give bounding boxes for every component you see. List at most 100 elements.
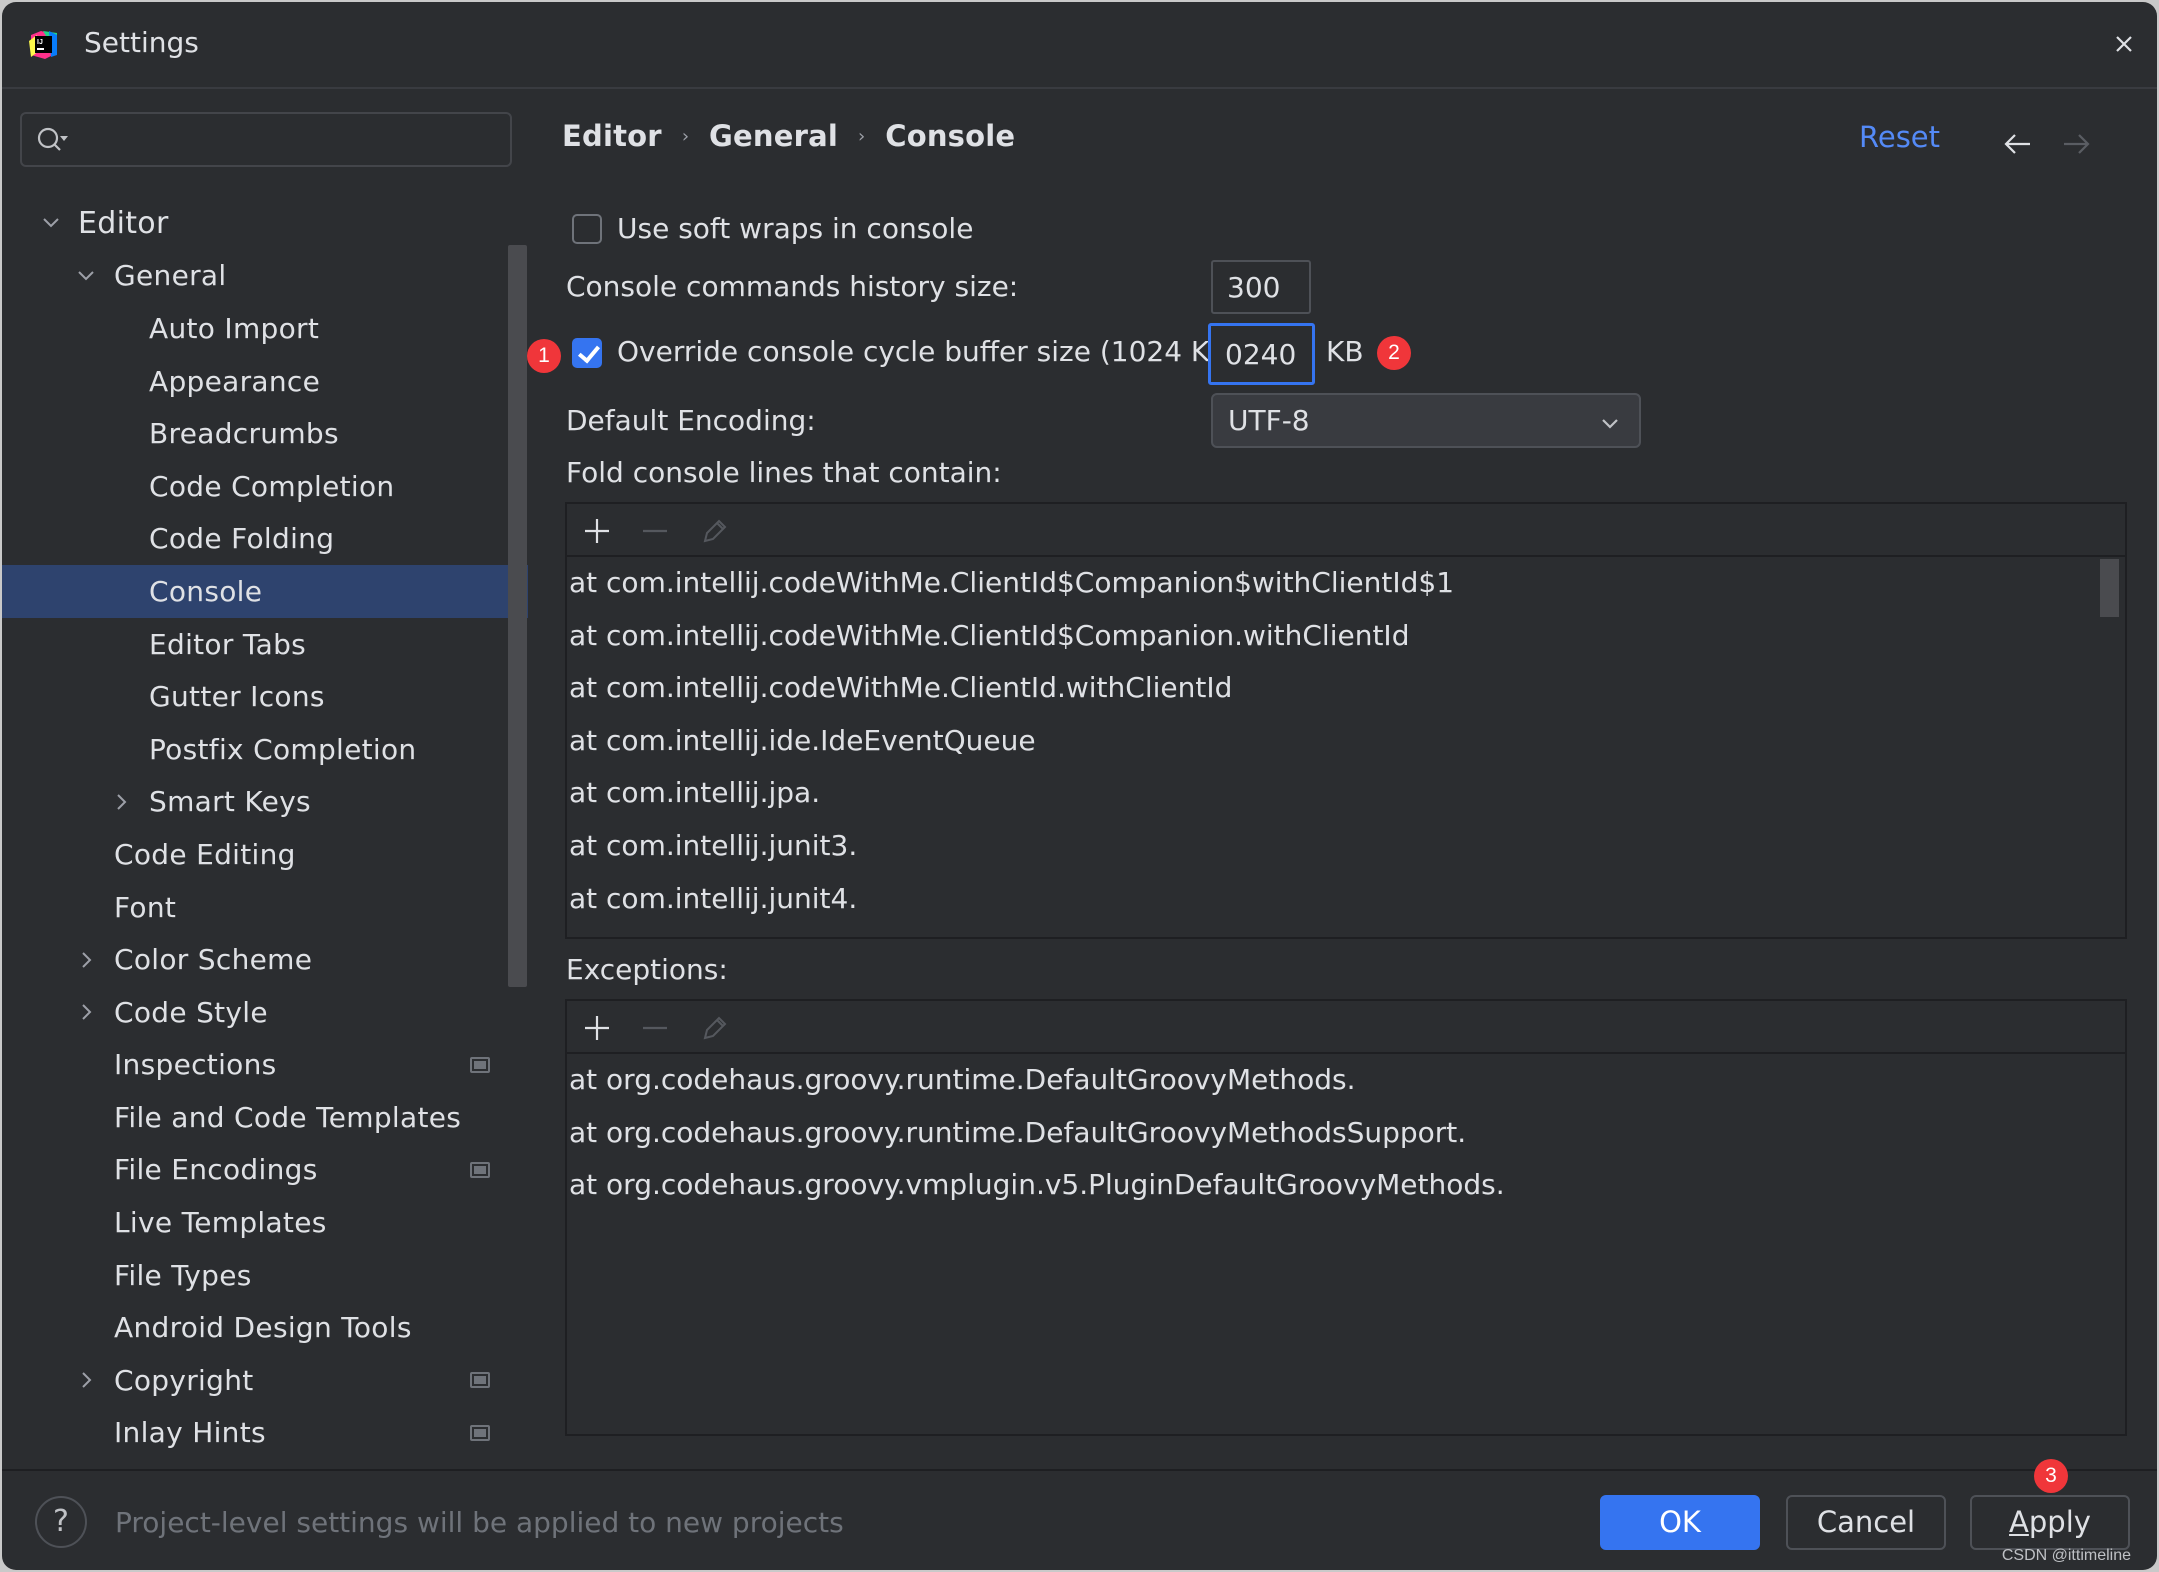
chevron-right-icon[interactable] (75, 949, 97, 971)
sidebar-item-label: File Encodings (114, 1153, 318, 1187)
settings-tree: Editor General Auto Import Appearance Breadc… (2, 197, 528, 1459)
override-buffer-label[interactable]: Override console cycle buffer size (1024… (617, 335, 1239, 368)
exceptions-list-items: at org.codehaus.groovy.runtime.DefaultGr… (567, 1054, 2125, 1212)
remove-icon[interactable] (641, 517, 669, 545)
project-settings-note: Project-level settings will be applied t… (115, 1506, 844, 1539)
sidebar-item-code-folding[interactable]: Code Folding (2, 513, 528, 566)
sidebar-item-label: Code Style (114, 995, 268, 1029)
fold-list-scrollbar-thumb[interactable] (2100, 559, 2119, 617)
sidebar-item-label: Code Completion (149, 469, 395, 503)
chevron-right-icon[interactable] (75, 1369, 97, 1391)
exception-list-item[interactable]: at org.codehaus.groovy.runtime.DefaultGr… (567, 1107, 2125, 1160)
settings-dialog: IJ Settings Editor General Auto Import Appe… (2, 2, 2157, 1570)
soft-wraps-label[interactable]: Use soft wraps in console (617, 212, 973, 245)
breadcrumb-separator-icon: › (681, 125, 690, 147)
sidebar-item-file-types[interactable]: File Types (2, 1249, 528, 1302)
sidebar-item-label: Console (149, 574, 263, 608)
chevron-right-icon[interactable] (75, 1001, 97, 1023)
fold-list-item[interactable]: at com.intellij.junit4. (567, 873, 2125, 926)
sidebar-item-live-templates[interactable]: Live Templates (2, 1196, 528, 1249)
reset-link[interactable]: Reset (1859, 120, 1940, 154)
sidebar-item-file-encodings[interactable]: File Encodings (2, 1144, 528, 1197)
sidebar-item-label: Breadcrumbs (149, 417, 339, 451)
history-size-input[interactable] (1211, 260, 1311, 314)
sidebar-item-code-completion[interactable]: Code Completion (2, 460, 528, 513)
sidebar-item-label: Copyright (114, 1363, 254, 1397)
annotation-badge: 1 (527, 339, 561, 373)
sidebar-item-editor[interactable]: Editor (2, 197, 528, 250)
sidebar-item-file-and-code-templates[interactable]: File and Code Templates (2, 1091, 528, 1144)
sidebar-item-android-design-tools[interactable]: Android Design Tools (2, 1301, 528, 1354)
override-buffer-checkbox[interactable] (572, 338, 602, 368)
encoding-dropdown[interactable]: UTF-8 (1211, 393, 1641, 448)
exceptions-list-toolbar (567, 1001, 2125, 1054)
fold-list-item[interactable]: at com.intellij.junit3. (567, 820, 2125, 873)
sidebar-item-label: Appearance (149, 364, 321, 398)
sidebar-item-font[interactable]: Font (2, 881, 528, 934)
add-icon[interactable] (583, 517, 611, 545)
chevron-down-icon[interactable] (40, 212, 62, 234)
sidebar-item-label: Android Design Tools (114, 1311, 412, 1345)
sidebar-item-console[interactable]: Console (2, 565, 528, 618)
fold-list-item[interactable]: at com.intellij.jpa. (567, 767, 2125, 820)
chevron-right-icon[interactable] (110, 791, 132, 813)
ok-button[interactable]: OK (1600, 1495, 1760, 1550)
project-level-icon (470, 1372, 490, 1389)
fold-list-items: at com.intellij.codeWithMe.ClientId$Comp… (567, 557, 2125, 925)
search-input[interactable] (80, 120, 500, 160)
sidebar-item-copyright[interactable]: Copyright (2, 1354, 528, 1407)
sidebar-item-appearance[interactable]: Appearance (2, 355, 528, 408)
settings-search-field[interactable] (20, 112, 512, 167)
breadcrumb-separator-icon: › (858, 125, 866, 147)
watermark: CSDN @ittimeline (2001, 1547, 2131, 1564)
sidebar-item-label: Font (114, 890, 177, 924)
sidebar-item-code-editing[interactable]: Code Editing (2, 828, 528, 881)
annotation-badge: 2 (1377, 336, 1411, 370)
breadcrumb-item[interactable]: General (709, 119, 838, 153)
arrow-left-icon[interactable] (2002, 130, 2034, 158)
sidebar-item-editor-tabs[interactable]: Editor Tabs (2, 618, 528, 671)
sidebar-item-general[interactable]: General (2, 250, 528, 303)
sidebar-item-label: File Types (114, 1258, 252, 1292)
sidebar-item-label: Inspections (114, 1048, 277, 1082)
fold-list-item[interactable]: at com.intellij.codeWithMe.ClientId$Comp… (567, 557, 2125, 610)
sidebar-item-auto-import[interactable]: Auto Import (2, 302, 528, 355)
sidebar-item-color-scheme[interactable]: Color Scheme (2, 933, 528, 986)
cancel-button[interactable]: Cancel (1786, 1495, 1946, 1550)
help-button[interactable]: ? (35, 1496, 87, 1548)
sidebar-scrollbar-thumb[interactable] (508, 245, 527, 987)
svg-text:IJ: IJ (37, 39, 43, 46)
arrow-right-icon[interactable] (2060, 130, 2092, 158)
fold-list-item[interactable]: at com.intellij.codeWithMe.ClientId.with… (567, 662, 2125, 715)
edit-icon[interactable] (701, 517, 729, 545)
close-icon[interactable] (2109, 29, 2139, 59)
sidebar-item-breadcrumbs[interactable]: Breadcrumbs (2, 407, 528, 460)
add-icon[interactable] (583, 1014, 611, 1042)
remove-icon[interactable] (641, 1014, 669, 1042)
sidebar-item-inspections[interactable]: Inspections (2, 1039, 528, 1092)
edit-icon[interactable] (701, 1014, 729, 1042)
buffer-size-input[interactable] (1208, 323, 1315, 385)
apply-button[interactable]: Apply (1970, 1495, 2130, 1550)
project-level-icon (470, 1161, 490, 1178)
sidebar-item-inlay-hints[interactable]: Inlay Hints (2, 1407, 528, 1460)
breadcrumb-item[interactable]: Editor (562, 119, 662, 153)
sidebar-item-label: Inlay Hints (114, 1416, 266, 1450)
sidebar-item-label: Editor Tabs (149, 627, 307, 661)
sidebar-item-smart-keys[interactable]: Smart Keys (2, 776, 528, 829)
sidebar-item-gutter-icons[interactable]: Gutter Icons (2, 670, 528, 723)
sidebar-item-postfix-completion[interactable]: Postfix Completion (2, 723, 528, 776)
chevron-down-icon (1602, 419, 1618, 429)
default-encoding-label: Default Encoding: (566, 404, 816, 437)
sidebar-item-code-style[interactable]: Code Style (2, 986, 528, 1039)
buffer-unit-label: KB (1326, 335, 1364, 368)
sidebar-item-label: Code Folding (149, 522, 335, 556)
fold-list-item[interactable]: at com.intellij.ide.IdeEventQueue (567, 715, 2125, 768)
project-level-icon (470, 1424, 490, 1441)
soft-wraps-checkbox[interactable] (572, 214, 602, 244)
chevron-down-icon[interactable] (75, 265, 97, 287)
fold-list-item[interactable]: at com.intellij.codeWithMe.ClientId$Comp… (567, 610, 2125, 663)
exception-list-item[interactable]: at org.codehaus.groovy.vmplugin.v5.Plugi… (567, 1159, 2125, 1212)
sidebar-item-label: Gutter Icons (149, 680, 325, 714)
exception-list-item[interactable]: at org.codehaus.groovy.runtime.DefaultGr… (567, 1054, 2125, 1107)
